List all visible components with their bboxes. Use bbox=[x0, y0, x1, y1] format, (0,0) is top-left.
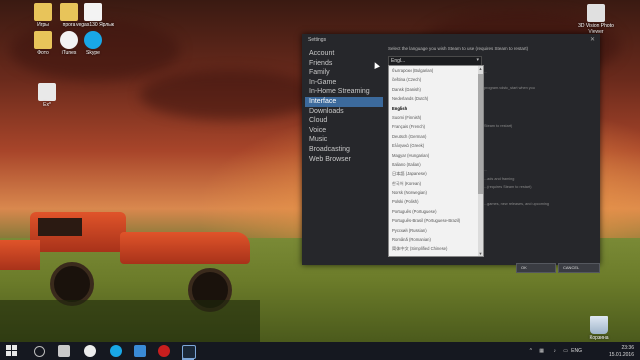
truck-window bbox=[38, 218, 82, 236]
dropdown-scrollbar[interactable]: ▲ ▼ bbox=[478, 66, 483, 256]
nav-item-interface[interactable]: Interface bbox=[305, 96, 383, 107]
language-option[interactable]: Ελληνικά (Greek) bbox=[389, 141, 483, 150]
language-dropdown-list: български (Bulgarian) čeština (Czech) Da… bbox=[388, 65, 484, 257]
skype-icon[interactable] bbox=[110, 345, 122, 357]
desktop-icon-label: Skype bbox=[86, 50, 100, 56]
recycle-bin-icon bbox=[590, 316, 608, 334]
nav-item-family[interactable]: Family bbox=[305, 68, 383, 78]
cancel-button[interactable]: CANCEL bbox=[558, 263, 600, 273]
nav-item-broadcasting[interactable]: Broadcasting bbox=[305, 145, 383, 155]
desktop-icon-label: Ex* bbox=[43, 102, 51, 108]
language-option[interactable]: Norsk (Norwegian) bbox=[389, 188, 483, 197]
desktop-icon-skype[interactable]: Skype bbox=[76, 31, 110, 56]
desktop-icon-vegas[interactable]: vegas130 Ярлык bbox=[76, 3, 114, 28]
language-instruction: Select the language you wish Steam to us… bbox=[388, 46, 529, 51]
taskbar: ^ ▦ ♪ ▭ ENG 23:36 15.01.2016 bbox=[0, 342, 640, 360]
language-option[interactable]: Dansk (Danish) bbox=[389, 85, 483, 94]
volume-icon[interactable]: ♪ bbox=[554, 348, 557, 354]
background-text: ... bbox=[484, 168, 488, 172]
nav-item-account[interactable]: Account bbox=[305, 49, 383, 59]
language-option[interactable]: Português-Brasil (Portuguese-Brazil) bbox=[389, 216, 483, 225]
nav-item-downloads[interactable]: Downloads bbox=[305, 107, 383, 117]
photo-viewer-icon bbox=[587, 4, 605, 22]
spreadsheet-icon bbox=[38, 83, 56, 101]
steam-settings-window: Settings ✕ Account Friends Family In-Gam… bbox=[302, 34, 600, 273]
language-option[interactable]: Français (French) bbox=[389, 122, 483, 131]
document-icon bbox=[84, 3, 102, 21]
scrollbar-thumb[interactable] bbox=[478, 74, 483, 194]
windows-start-icon[interactable] bbox=[6, 345, 18, 357]
language-option[interactable]: čeština (Czech) bbox=[389, 75, 483, 84]
search-icon[interactable] bbox=[34, 346, 45, 357]
settings-nav: Account Friends Family In-Game In-Home S… bbox=[305, 49, 383, 164]
language-option[interactable]: 日本語 (Japanese) bbox=[389, 169, 483, 178]
ok-button[interactable]: OK bbox=[516, 263, 556, 273]
language-option[interactable]: български (Bulgarian) bbox=[389, 66, 483, 75]
clock-time[interactable]: 23:36 bbox=[621, 345, 634, 351]
battery-icon[interactable]: ▭ bbox=[563, 348, 568, 354]
window-title: Settings bbox=[308, 37, 327, 43]
desktop-icon-recycle-bin[interactable]: Корзина bbox=[582, 316, 616, 341]
wallpaper-cloud bbox=[140, 70, 320, 120]
language-option[interactable]: Русский (Russian) bbox=[389, 226, 483, 235]
nav-item-in-home-streaming[interactable]: In-Home Streaming bbox=[305, 87, 383, 97]
language-select-value: Engl... bbox=[391, 58, 406, 64]
nav-item-cloud[interactable]: Cloud bbox=[305, 116, 383, 126]
language-option[interactable]: Suomi (Finnish) bbox=[389, 113, 483, 122]
language-option[interactable]: Nederlands (Dutch) bbox=[389, 94, 483, 103]
utility-icon[interactable] bbox=[134, 345, 146, 357]
chevron-down-icon: ▾ bbox=[476, 57, 479, 63]
scroll-down-icon[interactable]: ▼ bbox=[478, 251, 483, 256]
background-text: Steam to restart) bbox=[484, 124, 513, 128]
record-icon[interactable] bbox=[158, 345, 170, 357]
desktop-icon-excel[interactable]: Ex* bbox=[30, 83, 64, 108]
background-text: ...ads and framing bbox=[484, 177, 515, 181]
chevron-up-icon[interactable]: ^ bbox=[530, 348, 532, 354]
language-option[interactable]: Magyar (Hungarian) bbox=[389, 151, 483, 160]
background-text: ... bbox=[484, 70, 488, 74]
settings-content: Select the language you wish Steam to us… bbox=[388, 44, 600, 273]
folder-icon bbox=[34, 31, 52, 49]
nav-item-voice[interactable]: Voice bbox=[305, 126, 383, 136]
truck-shadow bbox=[0, 300, 260, 342]
network-icon[interactable]: ▦ bbox=[539, 348, 544, 354]
desktop-icon-label: Корзина bbox=[589, 335, 609, 341]
language-option[interactable]: Polski (Polish) bbox=[389, 197, 483, 206]
background-text: ...(requires Steam to restart) bbox=[484, 185, 532, 189]
clock-date[interactable]: 15.01.2016 bbox=[609, 352, 634, 358]
truck-hood bbox=[120, 232, 250, 264]
truck-bed bbox=[0, 240, 40, 270]
nav-item-in-game[interactable]: In-Game bbox=[305, 78, 383, 88]
scroll-up-icon[interactable]: ▲ bbox=[478, 66, 483, 71]
background-text: ...games, new releases, and upcoming bbox=[484, 202, 550, 206]
desktop-icon-label: vegas130 Ярлык bbox=[76, 22, 114, 28]
desktop-icon-photo-viewer[interactable]: 3D Vision Photo Viewer bbox=[576, 4, 616, 35]
language-option[interactable]: Română (Romanian) bbox=[389, 235, 483, 244]
nav-item-web-browser[interactable]: Web Browser bbox=[305, 155, 383, 165]
skype-icon bbox=[84, 31, 102, 49]
language-option[interactable]: Deutsch (German) bbox=[389, 132, 483, 141]
steam-icon[interactable] bbox=[182, 345, 196, 359]
language-option[interactable]: Português (Portuguese) bbox=[389, 207, 483, 216]
language-option[interactable]: 한국어 (Korean) bbox=[389, 179, 483, 188]
language-option-current[interactable]: English bbox=[389, 104, 483, 113]
background-text: program.vdstc_start when you bbox=[484, 86, 535, 90]
folder-icon bbox=[34, 3, 52, 21]
nav-item-music[interactable]: Music bbox=[305, 135, 383, 145]
close-button[interactable]: ✕ bbox=[590, 36, 595, 43]
language-indicator[interactable]: ENG bbox=[571, 348, 582, 354]
language-option[interactable]: 简体中文 (Simplified Chinese) bbox=[389, 244, 483, 253]
language-option[interactable]: Italiano (Italian) bbox=[389, 160, 483, 169]
winamp-icon[interactable] bbox=[58, 345, 70, 357]
yandex-browser-icon[interactable] bbox=[84, 345, 96, 357]
